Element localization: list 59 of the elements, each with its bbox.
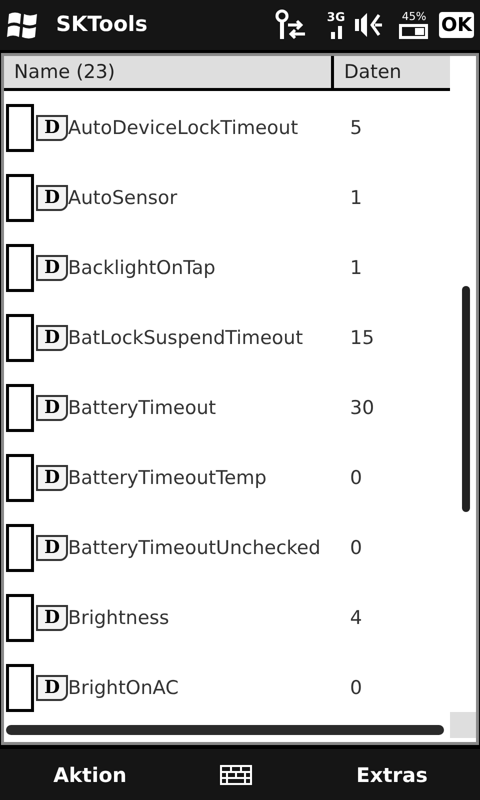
dword-value-icon: D — [36, 255, 68, 281]
checkbox[interactable] — [6, 314, 34, 362]
scroll-corner — [450, 712, 476, 738]
dword-value-icon: D — [36, 115, 68, 141]
dword-value-icon: D — [36, 185, 68, 211]
horizontal-scrollbar[interactable] — [6, 725, 444, 735]
value-name: BatteryTimeoutUnchecked — [68, 536, 322, 561]
network-label: 3G — [326, 11, 346, 23]
registry-row[interactable]: D AutoDeviceLockTimeout 5 — [4, 93, 476, 163]
ok-button[interactable]: OK — [439, 12, 474, 38]
registry-row[interactable]: D BatLockSuspendTimeout 15 — [4, 303, 476, 373]
value-data: 0 — [350, 536, 362, 561]
checkbox[interactable] — [6, 384, 34, 432]
battery-icon — [399, 22, 430, 40]
checkbox[interactable] — [6, 454, 34, 502]
value-data: 30 — [350, 396, 374, 421]
column-header[interactable]: Daten — [334, 56, 450, 88]
value-data: 4 — [350, 606, 362, 631]
dword-value-icon: D — [36, 395, 68, 421]
registry-row[interactable]: D BatteryTimeoutUnchecked 0 — [4, 513, 476, 583]
value-data: 15 — [350, 326, 374, 351]
battery-percent: 45% — [402, 10, 426, 22]
value-name: AutoDeviceLockTimeout — [68, 116, 300, 141]
checkbox[interactable] — [6, 664, 34, 712]
registry-row[interactable]: D AutoSensor 1 — [4, 163, 476, 233]
value-data: 5 — [350, 116, 362, 141]
column-header[interactable]: Name (23) — [4, 56, 334, 88]
value-name: AutoSensor — [68, 186, 178, 211]
registry-row[interactable]: D BatteryTimeout 30 — [4, 373, 476, 443]
registry-row[interactable]: D BatteryTimeoutTemp 0 — [4, 443, 476, 513]
value-name: Brightness — [68, 606, 170, 631]
value-data: 0 — [350, 676, 362, 701]
registry-row[interactable]: D BrightOnAC 0 — [4, 653, 476, 723]
keyboard-icon[interactable] — [220, 764, 252, 784]
antenna-sync-icon — [273, 8, 308, 42]
dword-value-icon: D — [36, 675, 68, 701]
checkbox[interactable] — [6, 244, 34, 292]
value-data: 0 — [350, 466, 362, 491]
registry-row[interactable]: D BacklightOnTap 1 — [4, 233, 476, 303]
value-data: 1 — [350, 186, 362, 211]
dword-value-icon: D — [36, 535, 68, 561]
vertical-scrollbar[interactable] — [462, 286, 470, 512]
dword-value-icon: D — [36, 325, 68, 351]
registry-row[interactable]: D Brightness 4 — [4, 583, 476, 653]
checkbox[interactable] — [6, 104, 34, 152]
dword-value-icon: D — [36, 465, 68, 491]
value-name: BatteryTimeout — [68, 396, 217, 421]
checkbox[interactable] — [6, 594, 34, 642]
checkbox[interactable] — [6, 524, 34, 572]
checkbox[interactable] — [6, 174, 34, 222]
value-name: BacklightOnTap — [68, 256, 216, 281]
value-name: BatLockSuspendTimeout — [68, 326, 304, 351]
extras-softkey[interactable]: Extras — [312, 760, 472, 790]
aktion-softkey[interactable]: Aktion — [0, 760, 180, 790]
value-name: BrightOnAC — [68, 676, 180, 701]
dword-value-icon: D — [36, 605, 68, 631]
app-title: SKTools — [56, 11, 148, 38]
value-data: 1 — [350, 256, 362, 281]
value-name: BatteryTimeoutTemp — [68, 466, 268, 491]
